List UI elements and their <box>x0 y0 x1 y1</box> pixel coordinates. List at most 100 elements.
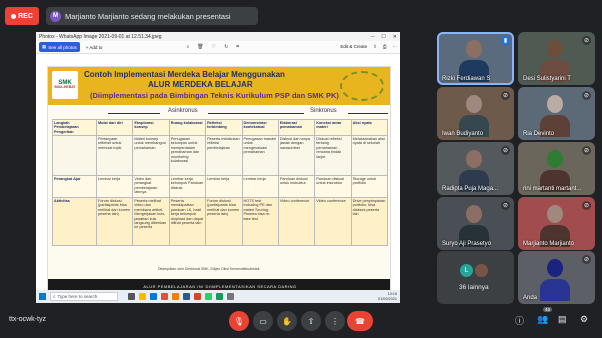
self-tile[interactable]: ⊘ Anda <box>518 251 595 304</box>
more-avatars: L <box>459 263 489 278</box>
see-all-photos-label: See all photos <box>48 44 77 50</box>
slide-caption: Ditampilkan oleh Direktorat SMK, Dikjen … <box>158 267 260 271</box>
more-options-button[interactable]: ⋮ <box>325 311 345 331</box>
table-header-cell: Elaborasi pemahaman <box>277 118 316 137</box>
participant-tile[interactable]: ⊘ Iwan Budiyanto <box>437 87 514 140</box>
participant-name: Radipta Puja Maga... <box>442 186 499 192</box>
participant-tile[interactable]: ⊘ Marjianto Marjianto <box>518 197 595 250</box>
participant-name: rini martanti martant... <box>523 186 582 192</box>
info-icon[interactable]: ⓘ <box>515 314 524 327</box>
taskbar-apps <box>128 293 234 300</box>
windows-start-icon[interactable] <box>39 293 46 300</box>
firefox-icon[interactable] <box>172 293 179 300</box>
mic-off-icon: ⊘ <box>501 146 510 155</box>
maximize-icon[interactable]: ☐ <box>381 34 385 40</box>
mic-toggle-button[interactable]: 🎙 <box>229 311 249 331</box>
activities-icon[interactable]: ⚙ <box>580 314 588 325</box>
table-header-cell: Koneksi antar materi <box>314 118 352 137</box>
taskbar-search-label: Type here to search <box>57 294 98 299</box>
table-cell: HOTS test including PE dan materi Scorin… <box>241 197 279 247</box>
recording-badge[interactable]: REC <box>5 7 39 25</box>
edge-icon[interactable] <box>150 293 157 300</box>
table-cell: Materi konsep untuk membangun pemahaman <box>132 135 170 177</box>
windows-taskbar: ⌕ Type here to search 13:18 01/09/2021 <box>36 290 400 303</box>
add-to-button[interactable]: + Add to <box>86 45 103 50</box>
mic-off-icon: ⊘ <box>582 91 591 100</box>
mic-off-icon: ⊘ <box>582 255 591 264</box>
recording-label: REC <box>18 12 33 20</box>
favorite-icon[interactable]: ♡ <box>212 44 216 50</box>
participant-avatar: L <box>459 263 474 278</box>
meet-window: REC M Marjianto Marjianto sedang melakuk… <box>0 0 602 338</box>
table-cell: Video conference <box>314 197 352 247</box>
search-icon: ⌕ <box>53 294 56 299</box>
share-icon[interactable]: ⇪ <box>373 44 377 50</box>
more-participants-label: 36 lainnya <box>459 284 489 291</box>
close-icon[interactable]: ✕ <box>393 34 397 40</box>
file-explorer-icon[interactable] <box>139 293 146 300</box>
recording-dot-icon <box>11 13 17 19</box>
slide-header: SMK BISA-HEBAT Contoh Implementasi Merde… <box>48 67 390 105</box>
participant-tile[interactable]: ⊘ Radipta Puja Maga... <box>437 142 514 195</box>
participant-tile[interactable]: ⊘ Desi Sulistyarini T <box>518 32 595 85</box>
table-header-cell: Langkah Pembelajaran Pengertian <box>52 118 97 137</box>
table-header-cell: Demonstrasi kontekstual <box>241 118 279 137</box>
participant-tile[interactable]: ⊘ Ria Devinto <box>518 87 595 140</box>
photos-icon: ▦ <box>42 44 47 49</box>
phase-line <box>348 113 388 114</box>
delete-icon[interactable]: 🗑 <box>197 44 203 50</box>
word-icon[interactable] <box>183 293 190 300</box>
participant-tile[interactable]: ⊘ rini martanti martant... <box>518 142 595 195</box>
row-label: Perangkat Ajar <box>52 175 97 199</box>
task-view-icon[interactable] <box>128 293 135 300</box>
meet-icon[interactable] <box>216 293 223 300</box>
participant-avatar <box>474 263 489 278</box>
slide-title-2: ALUR MERDEKA BELAJAR <box>148 80 253 89</box>
print-icon[interactable]: ⎙ <box>383 44 387 50</box>
rotate-icon[interactable]: ↻ <box>224 44 228 50</box>
chat-icon[interactable]: ▤ <box>558 314 567 325</box>
photos-window-title: Photos - WhatsApp Image 2021-09-01 at 12… <box>39 33 162 40</box>
taskbar-search[interactable]: ⌕ Type here to search <box>50 292 118 301</box>
table-cell: Video conference <box>277 197 316 247</box>
viewer-tools: ⌕ 🗑 ♡ ↻ ⌗ <box>186 44 239 50</box>
slide-photo: SMK BISA-HEBAT Contoh Implementasi Merde… <box>47 66 391 294</box>
table-row: Aktivitas Forum diskusi (partisipants bi… <box>52 197 389 247</box>
chrome-icon[interactable] <box>161 293 168 300</box>
table-cell: Diskusi dan tanya jawab dengan narasumbe… <box>277 135 316 177</box>
crop-icon[interactable]: ⌗ <box>236 44 239 50</box>
participant-tile[interactable]: ▮ Rizki Ferdiawan S <box>437 32 514 85</box>
end-call-button[interactable]: ☎ <box>347 311 373 331</box>
row-label <box>52 135 97 177</box>
taskbar-clock[interactable]: 13:18 01/09/2021 <box>378 292 397 300</box>
participant-name: Anda <box>523 295 538 301</box>
present-button[interactable]: ⇧ <box>301 311 321 331</box>
table-cell: Drive penyimpanan portfolio, bisa diakse… <box>350 197 389 247</box>
people-icon[interactable]: 👥 <box>537 314 548 325</box>
powerpoint-icon[interactable] <box>194 293 201 300</box>
table-cell: Lembar kerja <box>205 175 243 199</box>
logo-line2: BISA-HEBAT <box>54 85 76 90</box>
more-participants-tile[interactable]: L 36 lainnya <box>437 251 514 304</box>
photos-app-icon[interactable] <box>227 293 234 300</box>
participant-name: Suryo Aji Prasetyo <box>442 241 492 247</box>
table-header-cell: Refleksi terbimbing <box>205 118 243 137</box>
whatsapp-icon[interactable] <box>205 293 212 300</box>
see-all-photos-button[interactable]: ▦ See all photos <box>39 42 80 52</box>
raise-hand-button[interactable]: ✋ <box>277 311 297 331</box>
participant-name: Ria Devinto <box>523 131 555 137</box>
participant-name: Marjianto Marjianto <box>523 241 575 247</box>
more-options-icon[interactable]: ⋯ <box>393 44 398 50</box>
camera-toggle-button[interactable]: ▭ <box>253 311 273 331</box>
table-cell: Pertanyaan refleksif untuk memulai topik <box>95 135 134 177</box>
participant-tile[interactable]: ⊘ Suryo Aji Prasetyo <box>437 197 514 250</box>
table-cell: Lembar kerja <box>241 175 279 199</box>
slide-title-1: Contoh Implementasi Merdeka Belajar Meng… <box>84 70 285 79</box>
edit-create-button[interactable]: Edit & Create <box>340 44 367 50</box>
speaking-icon: ▮ <box>501 36 510 45</box>
zoom-icon[interactable]: ⌕ <box>186 44 189 50</box>
presenter-text: Marjianto Marjianto sedang melakukan pre… <box>65 11 231 21</box>
participant-name: Desi Sulistyarini T <box>523 76 571 82</box>
minimize-icon[interactable]: ─ <box>371 34 375 40</box>
photos-toolbar: ▦ See all photos + Add to ⌕ 🗑 ♡ ↻ ⌗ Edit… <box>36 41 400 54</box>
